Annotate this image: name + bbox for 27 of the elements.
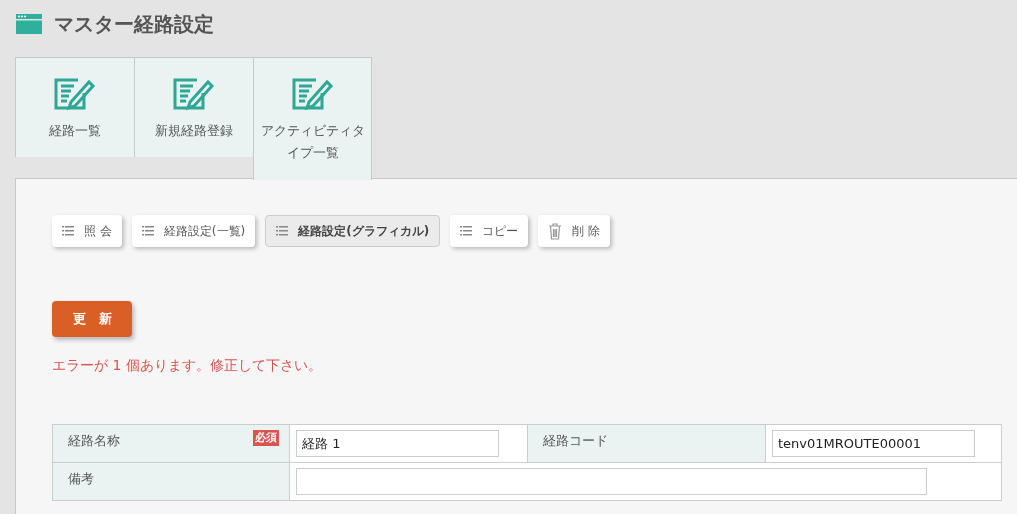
field-label: 経路名称	[68, 433, 120, 448]
list-icon	[276, 226, 289, 236]
tab[interactable]: 新規経路登録	[134, 57, 253, 157]
window-icon	[16, 14, 42, 34]
tab[interactable]: アクティビティタイプ一覧	[253, 57, 372, 180]
action-button[interactable]: 削 除	[538, 215, 610, 247]
list-icon	[141, 226, 154, 236]
field-label: 経路コード	[543, 433, 608, 448]
action-button[interactable]: コピー	[450, 215, 529, 247]
list-icon	[62, 226, 74, 236]
input-field[interactable]: tenv01MROUTE00001	[772, 430, 975, 457]
update-button[interactable]: 更 新	[52, 301, 132, 337]
edit-document-icon	[173, 77, 215, 111]
page-title: マスター経路設定	[54, 11, 214, 38]
field-label: 備考	[68, 471, 94, 486]
input-field[interactable]: 経路 1	[296, 430, 499, 457]
action-button[interactable]: 照 会	[52, 215, 122, 247]
required-badge: 必須	[253, 430, 279, 446]
tab[interactable]: 経路一覧	[15, 57, 134, 157]
trash-icon	[548, 222, 563, 240]
action-button[interactable]: 経路設定(グラフィカル)	[265, 215, 441, 247]
action-button[interactable]: 経路設定(一覧)	[131, 215, 256, 247]
edit-document-icon	[291, 77, 334, 111]
list-icon	[460, 226, 473, 236]
input-field[interactable]	[296, 468, 927, 495]
error-message: エラーが 1 個あります。修正して下さい。	[52, 356, 323, 375]
edit-document-icon	[54, 77, 96, 111]
